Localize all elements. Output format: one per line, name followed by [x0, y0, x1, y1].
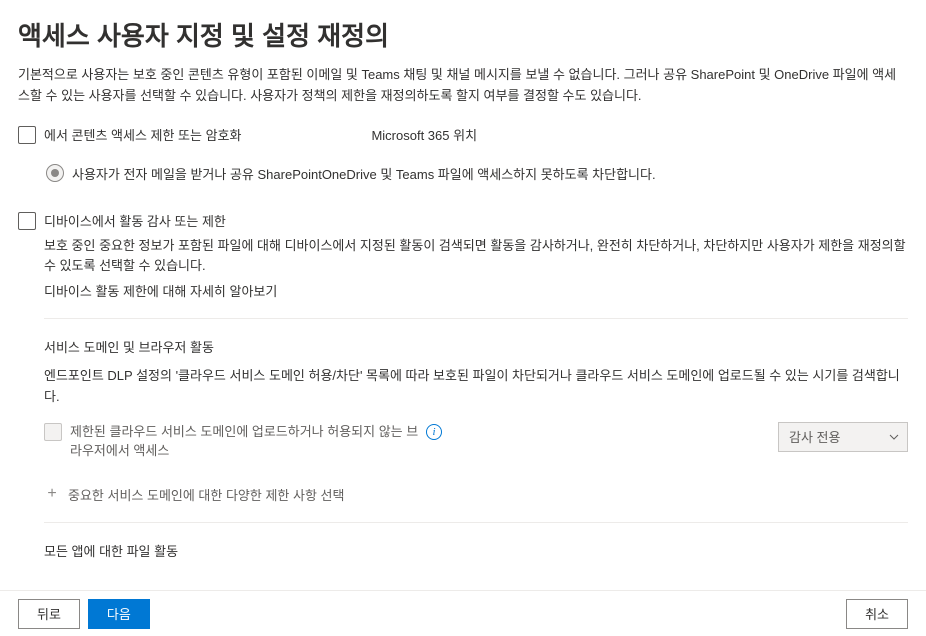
- service-domains-description: 엔드포인트 DLP 설정의 '클라우드 서비스 도메인 허용/차단' 목록에 따…: [44, 366, 908, 408]
- back-button[interactable]: 뒤로: [18, 599, 80, 629]
- device-audit-description: 보호 중인 중요한 정보가 포함된 파일에 대해 디바이스에서 지정된 활동이 …: [44, 236, 908, 278]
- upload-restricted-checkbox[interactable]: [44, 423, 62, 441]
- plus-icon: +: [44, 486, 60, 502]
- upload-restricted-label: 제한된 클라우드 서비스 도메인에 업로드하거나 허용되지 않는 브라우저에서 …: [70, 422, 420, 461]
- device-audit-learn-more[interactable]: 디바이스 활동 제한에 대해 자세히 알아보기: [44, 281, 908, 300]
- restrict-access-label: 에서 콘텐츠 액세스 제한 또는 암호화: [44, 125, 241, 144]
- footer: 뒤로 다음 취소: [0, 590, 926, 636]
- info-icon[interactable]: i: [426, 424, 442, 440]
- block-users-label: 사용자가 전자 메일을 받거나 공유 SharePointOneDrive 및 …: [72, 164, 656, 183]
- location-text: Microsoft 365 위치: [371, 125, 477, 144]
- next-button[interactable]: 다음: [88, 599, 150, 629]
- add-restriction-label: 중요한 서비스 도메인에 대한 다양한 제한 사항 선택: [68, 485, 344, 504]
- block-users-radio[interactable]: [46, 164, 64, 182]
- device-audit-label: 디바이스에서 활동 감사 또는 제한: [44, 211, 226, 230]
- page-title: 액세스 사용자 지정 및 설정 재정의: [18, 16, 908, 53]
- cancel-button[interactable]: 취소: [846, 599, 908, 629]
- audit-mode-dropdown[interactable]: 감사 전용: [778, 422, 908, 452]
- dropdown-value: 감사 전용: [789, 427, 840, 446]
- restrict-access-checkbox[interactable]: [18, 126, 36, 144]
- page-description: 기본적으로 사용자는 보호 중인 콘텐츠 유형이 포함된 이메일 및 Teams…: [18, 65, 908, 107]
- all-apps-title: 모든 앱에 대한 파일 활동: [44, 541, 908, 560]
- chevron-down-icon: [889, 432, 899, 442]
- divider: [44, 318, 908, 319]
- service-domains-title: 서비스 도메인 및 브라우저 활동: [44, 337, 908, 356]
- divider: [44, 522, 908, 523]
- add-restriction-button[interactable]: + 중요한 서비스 도메인에 대한 다양한 제한 사항 선택: [44, 485, 908, 504]
- device-audit-checkbox[interactable]: [18, 212, 36, 230]
